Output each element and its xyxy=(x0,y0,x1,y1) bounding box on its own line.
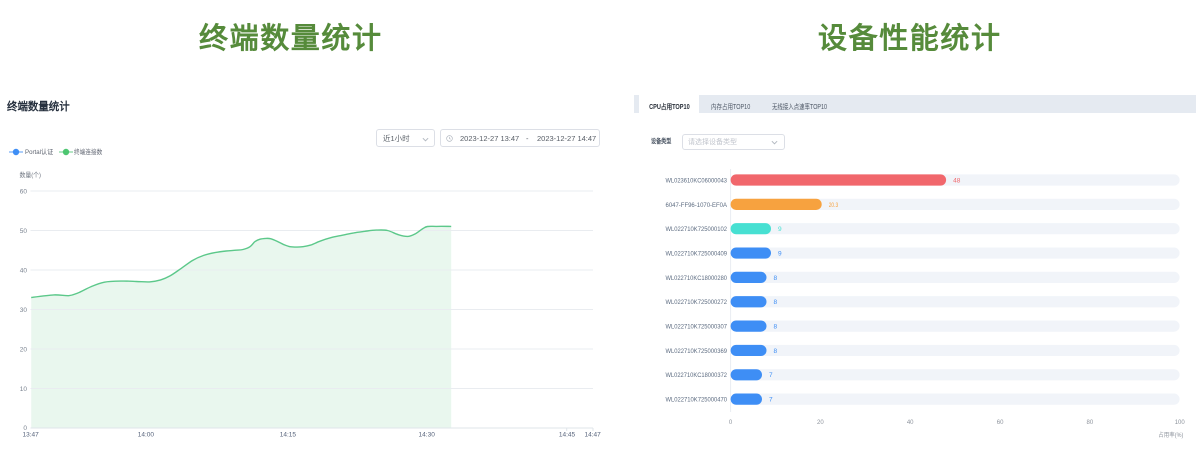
svg-text:20: 20 xyxy=(817,420,824,426)
svg-text:14:15: 14:15 xyxy=(280,432,297,439)
svg-text:30: 30 xyxy=(20,307,28,314)
svg-text:6047-FF96-1070-EF0A: 6047-FF96-1070-EF0A xyxy=(666,202,728,209)
svg-text:14:45: 14:45 xyxy=(559,432,576,439)
svg-text:占用率(%): 占用率(%) xyxy=(1158,431,1183,439)
svg-text:WL022710K725000102: WL022710K725000102 xyxy=(666,226,728,233)
svg-text:60: 60 xyxy=(997,420,1004,426)
svg-text:14:30: 14:30 xyxy=(419,432,436,439)
svg-text:0: 0 xyxy=(729,420,733,426)
svg-text:20.3: 20.3 xyxy=(829,202,839,209)
svg-text:40: 40 xyxy=(20,267,28,274)
svg-text:7: 7 xyxy=(769,397,773,404)
svg-text:9: 9 xyxy=(778,250,782,257)
svg-text:WL022710K725000409: WL022710K725000409 xyxy=(666,250,728,257)
svg-text:8: 8 xyxy=(774,299,778,306)
svg-text:10: 10 xyxy=(20,386,28,393)
svg-text:7: 7 xyxy=(769,372,773,379)
svg-text:40: 40 xyxy=(907,420,914,426)
svg-text:8: 8 xyxy=(774,348,778,355)
svg-text:WL022710K725000369: WL022710K725000369 xyxy=(666,348,728,355)
svg-text:48: 48 xyxy=(953,177,961,184)
svg-text:14:47: 14:47 xyxy=(584,432,601,439)
svg-text:WL022710K725000470: WL022710K725000470 xyxy=(666,397,728,404)
svg-text:WL022710K725000272: WL022710K725000272 xyxy=(666,299,728,306)
svg-text:8: 8 xyxy=(774,275,778,282)
svg-text:数量(个): 数量(个) xyxy=(20,170,42,179)
svg-text:20: 20 xyxy=(20,346,28,353)
svg-text:WL022710K725000307: WL022710K725000307 xyxy=(666,324,728,331)
svg-text:80: 80 xyxy=(1087,420,1094,426)
svg-text:50: 50 xyxy=(20,228,28,235)
svg-text:13:47: 13:47 xyxy=(22,432,39,439)
svg-text:9: 9 xyxy=(778,226,782,233)
svg-text:100: 100 xyxy=(1175,420,1186,426)
svg-text:WL022710KC18000372: WL022710KC18000372 xyxy=(666,372,728,379)
svg-text:60: 60 xyxy=(20,188,28,195)
svg-text:14:00: 14:00 xyxy=(138,432,155,439)
svg-text:WL022710KC18000280: WL022710KC18000280 xyxy=(666,275,728,282)
svg-text:8: 8 xyxy=(774,324,778,331)
svg-text:WL023610KC06000043: WL023610KC06000043 xyxy=(666,177,728,184)
